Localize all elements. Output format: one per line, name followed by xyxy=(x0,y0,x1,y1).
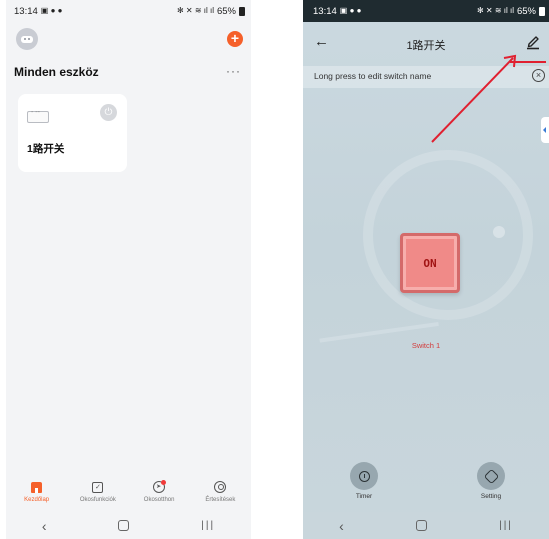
more-options-button[interactable]: ··· xyxy=(226,64,241,78)
hint-bar: Long press to edit switch name × xyxy=(303,66,549,88)
switch-device-icon xyxy=(27,109,49,123)
nav-item-home[interactable]: Kezdőlap xyxy=(6,476,67,510)
edit-pencil-icon[interactable] xyxy=(525,32,541,50)
home-avatar[interactable] xyxy=(16,28,38,50)
page-title: 1路开关 xyxy=(406,40,446,52)
status-time: 13:14 xyxy=(14,5,38,17)
settings-cube-icon xyxy=(483,468,499,484)
navigate-icon: ➤ xyxy=(152,480,166,493)
nav-label: Okosotthon xyxy=(143,497,175,503)
nav-item-notifications[interactable]: Értesítések xyxy=(190,476,251,510)
setting-button[interactable]: Setting xyxy=(466,462,516,500)
system-back-button[interactable]: ‹ xyxy=(42,518,47,534)
screenshot-composite: 13:14 ▣ ● ● ✻ ✕ ≋ ıl ıl 65% + Minden esz… xyxy=(0,0,549,539)
switch-state-label: ON xyxy=(423,256,437,270)
home-header: + xyxy=(6,26,251,52)
nav-label: Kezdőlap xyxy=(24,497,50,503)
nav-item-smart-home[interactable]: ➤ Okosotthon xyxy=(129,476,190,510)
notification-dot xyxy=(160,480,166,485)
battery-icon xyxy=(539,6,545,16)
hint-text: Long press to edit switch name xyxy=(314,71,432,81)
system-home-button[interactable] xyxy=(415,520,427,531)
battery-level: 65% xyxy=(216,5,236,17)
control-row: Timer Setting xyxy=(303,462,549,512)
check-square-icon: ✓ xyxy=(92,482,104,493)
timer-button[interactable]: Timer xyxy=(339,462,389,500)
system-back-button[interactable]: ‹ xyxy=(339,518,344,534)
switch-toggle-button[interactable]: ON xyxy=(400,233,460,293)
home-screen: 13:14 ▣ ● ● ✻ ✕ ≋ ıl ıl 65% + Minden esz… xyxy=(6,0,251,539)
device-name: 1路开关 xyxy=(27,143,65,155)
status-bar: 13:14 ▣ ● ● ✻ ✕ ≋ ıl ıl 65% xyxy=(6,0,251,22)
nav-label: Értesítések xyxy=(205,497,236,503)
background-decoration xyxy=(493,226,505,238)
system-recents-button[interactable]: ||| xyxy=(201,520,215,531)
notification-icons: ▣ ● ● xyxy=(339,6,362,15)
home-icon xyxy=(31,482,43,493)
device-control-screen: 13:14 ▣ ● ● ✻ ✕ ≋ ıl ıl 65% ← 1路开关 Long … xyxy=(303,0,549,539)
top-app-bar: ← 1路开关 xyxy=(303,30,549,58)
side-panel-tab[interactable] xyxy=(541,117,549,143)
close-icon[interactable]: × xyxy=(532,69,545,82)
bottom-navigation: Kezdőlap ✓ Okosfunkciók ➤ Okosotthon Ért… xyxy=(6,476,251,510)
timer-label: Timer xyxy=(355,493,373,500)
system-navigation: ‹ ||| xyxy=(6,512,251,539)
setting-label: Setting xyxy=(480,493,502,500)
add-device-button[interactable]: + xyxy=(227,31,243,47)
power-button[interactable]: ⏻ xyxy=(100,104,117,121)
system-navigation: ‹ ||| xyxy=(303,512,549,539)
status-time: 13:14 xyxy=(313,5,337,17)
clock-icon xyxy=(358,470,370,482)
nav-label: Okosfunkciók xyxy=(79,497,116,503)
device-card[interactable]: ⏻ 1路开关 xyxy=(18,94,127,172)
signal-icons: ✻ ✕ ≋ ıl ıl xyxy=(176,6,214,15)
nav-item-smart-functions[interactable]: ✓ Okosfunkciók xyxy=(67,476,128,510)
battery-icon xyxy=(239,6,245,16)
battery-level: 65% xyxy=(516,5,536,17)
section-title: Minden eszköz xyxy=(14,65,99,79)
notification-icons: ▣ ● ● xyxy=(40,6,63,15)
status-bar: 13:14 ▣ ● ● ✻ ✕ ≋ ıl ıl 65% xyxy=(303,0,549,22)
profile-icon xyxy=(213,481,226,493)
system-recents-button[interactable]: ||| xyxy=(499,520,513,531)
signal-icons: ✻ ✕ ≋ ıl ıl xyxy=(476,6,514,15)
system-home-button[interactable] xyxy=(118,520,130,531)
avatar-face-icon xyxy=(21,35,33,43)
switch-name[interactable]: Switch 1 xyxy=(303,341,549,350)
